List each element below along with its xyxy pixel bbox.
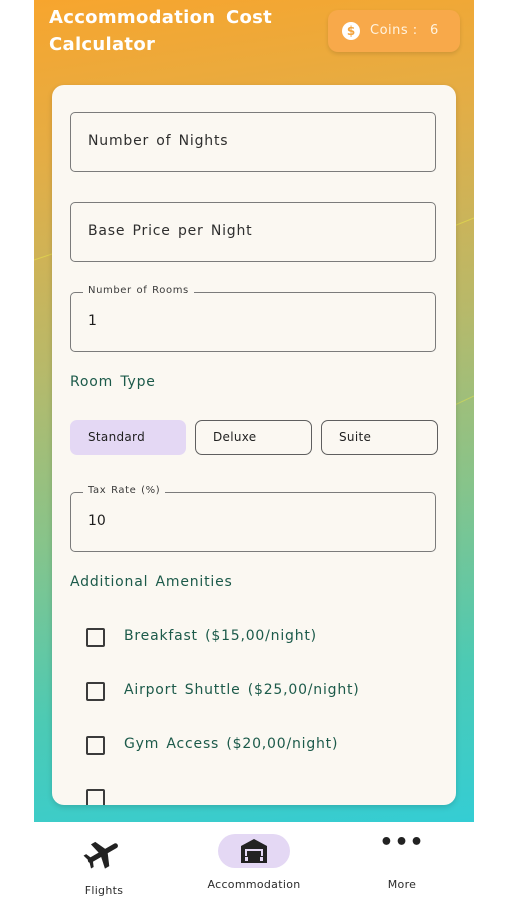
room-type-title: Room Type xyxy=(70,374,156,390)
hotel-icon xyxy=(241,839,267,863)
dollar-coin-icon: $ xyxy=(342,22,360,40)
coins-value: 6 xyxy=(430,23,439,38)
nights-placeholder: Number of Nights xyxy=(88,133,229,149)
header: Accommodation Cost Calculator $ Coins : … xyxy=(34,0,474,72)
gym-access-label: Gym Access ($20,00/night) xyxy=(124,736,339,752)
rooms-input[interactable]: Number of Rooms 1 xyxy=(70,285,436,352)
coins-label: Coins : xyxy=(370,23,418,38)
airport-shuttle-checkbox[interactable] xyxy=(86,682,105,701)
base-price-placeholder: Base Price per Night xyxy=(88,223,253,239)
nav-label-accommodation: Accommodation xyxy=(207,878,301,891)
nights-input[interactable]: Number of Nights xyxy=(70,112,436,172)
page-title: Accommodation Cost Calculator xyxy=(49,7,273,55)
app-screen: Accommodation Cost Calculator $ Coins : … xyxy=(34,0,474,900)
airport-shuttle-label: Airport Shuttle ($25,00/night) xyxy=(124,682,360,698)
nav-label-flights: Flights xyxy=(84,884,124,897)
room-type-suite[interactable]: Suite xyxy=(321,420,438,455)
amenities-title: Additional Amenities xyxy=(70,574,233,590)
calculator-card: Number of Nights Base Price per Night Nu… xyxy=(52,85,456,805)
coins-badge[interactable]: $ Coins : 6 xyxy=(328,10,460,52)
room-type-deluxe[interactable]: Deluxe xyxy=(195,420,312,455)
gym-access-checkbox[interactable] xyxy=(86,736,105,755)
room-type-deluxe-label: Deluxe xyxy=(213,430,257,444)
more-dots-icon: ••• xyxy=(379,830,425,855)
tax-rate-label: Tax Rate (%) xyxy=(83,485,166,496)
room-type-standard[interactable]: Standard xyxy=(70,420,186,455)
tax-rate-input[interactable]: Tax Rate (%) 10 xyxy=(70,485,436,552)
nav-label-more: More xyxy=(387,878,417,891)
bottom-navigation: Flights Accommodation ••• More xyxy=(34,822,474,900)
nav-item-flights[interactable]: Flights xyxy=(54,822,154,900)
base-price-input[interactable]: Base Price per Night xyxy=(70,202,436,262)
airplane-icon xyxy=(83,841,118,869)
rooms-value: 1 xyxy=(88,313,97,329)
nav-item-more[interactable]: ••• More xyxy=(352,822,452,900)
tax-rate-value: 10 xyxy=(88,513,106,529)
room-type-standard-label: Standard xyxy=(88,430,145,444)
breakfast-checkbox[interactable] xyxy=(86,628,105,647)
nav-item-accommodation[interactable]: Accommodation xyxy=(192,822,316,900)
rooms-label: Number of Rooms xyxy=(83,285,194,296)
breakfast-label: Breakfast ($15,00/night) xyxy=(124,628,317,644)
room-type-suite-label: Suite xyxy=(339,430,372,444)
partial-checkbox[interactable] xyxy=(86,789,105,805)
